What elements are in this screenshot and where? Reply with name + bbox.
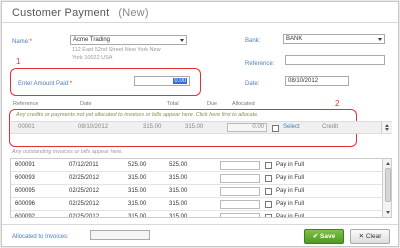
invoice-reference: 600093 <box>15 175 36 181</box>
invoice-total: 315.00 <box>128 188 147 194</box>
credit-select-label: Select <box>283 124 300 130</box>
credits-note[interactable]: Any credits or payments not yet allocate… <box>16 112 259 118</box>
invoice-total: 525.00 <box>128 162 147 168</box>
header-divider <box>2 22 398 23</box>
credit-date: 08/10/2012 <box>78 124 109 130</box>
annotation-number-1: 1 <box>16 57 21 66</box>
invoice-row: 600092 02/25/2012 315.00 315.00 Pay in Full <box>11 211 383 218</box>
name-value: Acme Trading <box>73 37 111 43</box>
invoice-list: 600091 07/12/2011 525.00 525.00 Pay in Full 6… <box>10 158 392 218</box>
col-header-due: Due <box>207 101 218 107</box>
col-header-date: Date <box>80 101 92 107</box>
invoice-row: 600091 07/12/2011 525.00 525.00 Pay in Full <box>11 159 383 172</box>
bank-select[interactable]: BANK <box>283 34 385 44</box>
scroll-up-icon[interactable] <box>385 124 389 127</box>
reference-input[interactable] <box>285 55 385 65</box>
credit-select-checkbox[interactable] <box>272 125 279 132</box>
invoice-date: 02/25/2012 <box>69 201 100 207</box>
invoice-total: 315.00 <box>128 175 147 181</box>
invoice-due: 315.00 <box>169 175 188 181</box>
pay-in-full-checkbox[interactable] <box>265 175 272 182</box>
check-icon: ✔ <box>312 233 319 240</box>
address-line-1: 112 East 52nd Street New York New <box>72 47 161 53</box>
col-header-total: Total <box>167 101 179 107</box>
status-text: (New) <box>118 7 149 19</box>
credit-allocated-input[interactable]: 0.00 <box>227 123 267 132</box>
col-header-allocated: Allocated <box>232 101 255 107</box>
scroll-down-icon[interactable] <box>386 211 390 214</box>
credit-row: 00001 08/10/2012 315.00 315.00 0.00 Sele… <box>10 121 392 134</box>
name-select[interactable]: Acme Trading <box>70 35 187 45</box>
invoice-date: 07/12/2011 <box>69 162 99 168</box>
clear-button[interactable]: ✕ Clear <box>350 229 390 244</box>
allocated-label: Allocated to Invoices: <box>12 234 69 240</box>
allocated-total-field <box>90 230 150 240</box>
payment-window: Customer Payment (New) Name:* Acme Tradin… <box>1 1 399 247</box>
invoice-due: 525.00 <box>169 162 188 168</box>
pay-in-full-label: Pay in Full <box>276 201 305 207</box>
chevron-down-icon <box>180 39 184 42</box>
invoice-reference: 600095 <box>15 188 36 194</box>
invoice-due: 315.00 <box>169 201 188 207</box>
amount-label: Enter Amount Paid:* <box>18 81 73 87</box>
pay-in-full-checkbox[interactable] <box>265 214 272 217</box>
invoice-reference: 600096 <box>15 201 36 207</box>
credit-total: 315.00 <box>143 124 162 130</box>
customer-address: 112 East 52nd Street New York New York 1… <box>72 46 192 62</box>
amount-value: 0.00 <box>173 78 187 84</box>
annotation-number-2: 2 <box>335 99 340 108</box>
scroll-down-icon[interactable] <box>385 128 389 131</box>
invoice-allocated-input[interactable] <box>220 187 260 196</box>
invoice-allocated-input[interactable] <box>220 213 260 217</box>
date-label: Date: <box>245 81 260 87</box>
address-line-2: York 10022 USA <box>72 55 113 61</box>
invoice-due: 315.00 <box>169 214 188 218</box>
col-header-reference: Reference <box>13 101 39 107</box>
invoice-reference: 600091 <box>15 162 36 168</box>
title-text: Customer Payment <box>12 7 110 19</box>
save-button[interactable]: ✔ Save <box>304 229 344 244</box>
invoice-reference: 600092 <box>15 214 36 218</box>
invoice-date: 02/25/2012 <box>69 175 100 181</box>
invoice-due: 315.00 <box>169 188 188 194</box>
pay-in-full-label: Pay in Full <box>276 188 305 194</box>
invoices-note: Any outstanding invoices or bills appear… <box>12 149 123 155</box>
bank-label: Bank: <box>245 38 261 44</box>
amount-input[interactable]: 0.00 <box>134 76 190 86</box>
invoice-row: 600095 02/25/2012 315.00 315.00 Pay in Full <box>11 185 383 198</box>
invoice-allocated-input[interactable] <box>220 161 260 170</box>
scroll-thumb[interactable] <box>385 168 391 202</box>
credit-due: 315.00 <box>185 124 204 130</box>
credit-type: Credit <box>322 124 339 130</box>
invoice-allocated-input[interactable] <box>220 200 260 209</box>
pay-in-full-checkbox[interactable] <box>265 188 272 195</box>
clear-label: Clear <box>365 233 382 240</box>
name-label: Name:* <box>12 39 33 45</box>
invoice-row: 600096 02/25/2012 315.00 315.00 Pay in Full <box>11 198 383 211</box>
date-input[interactable]: 08/10/2012 <box>285 76 349 86</box>
credit-scrollbar[interactable] <box>381 122 391 133</box>
reference-label: Reference: <box>245 61 275 67</box>
chevron-down-icon <box>378 38 382 41</box>
close-icon: ✕ <box>358 233 365 240</box>
invoice-date: 02/25/2012 <box>69 188 100 194</box>
invoice-allocated-input[interactable] <box>220 174 260 183</box>
invoice-total: 315.00 <box>128 214 147 218</box>
page-title: Customer Payment (New) <box>12 7 149 19</box>
save-label: Save <box>320 233 336 240</box>
scroll-up-icon[interactable] <box>386 162 390 165</box>
invoice-scrollbar[interactable] <box>382 159 391 217</box>
pay-in-full-label: Pay in Full <box>276 162 305 168</box>
invoice-row: 600093 02/25/2012 315.00 315.00 Pay in Full <box>11 172 383 185</box>
pay-in-full-label: Pay in Full <box>276 214 305 218</box>
pay-in-full-label: Pay in Full <box>276 175 305 181</box>
pay-in-full-checkbox[interactable] <box>265 201 272 208</box>
footer-divider <box>2 224 398 225</box>
invoice-total: 315.00 <box>128 201 147 207</box>
pay-in-full-checkbox[interactable] <box>265 162 272 169</box>
credit-reference: 00001 <box>18 124 35 130</box>
bank-value: BANK <box>286 36 303 42</box>
invoice-date: 02/25/2012 <box>69 214 100 218</box>
